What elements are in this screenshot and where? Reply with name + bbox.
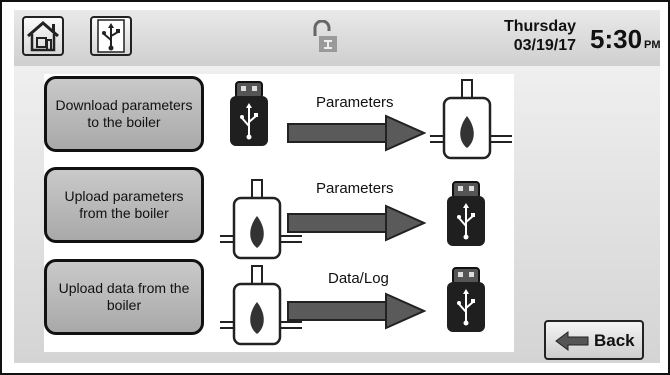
- action-label: Upload parameters from the boiler: [64, 188, 184, 221]
- usb-drive-icon: [447, 181, 485, 246]
- upload-parameters-button[interactable]: Upload parameters from the boiler: [44, 167, 204, 243]
- transfer-options-panel: Download parameters to the boiler Parame…: [44, 74, 514, 352]
- clock-ampm: PM: [644, 39, 661, 51]
- upload-data-button[interactable]: Upload data from the boiler: [44, 259, 204, 335]
- usb-drive-icon: [230, 81, 268, 146]
- unlocked-padlock-icon: [313, 20, 337, 52]
- action-label: Upload data from the boiler: [58, 280, 190, 313]
- flow-label: Parameters: [316, 94, 394, 111]
- back-label: Back: [594, 331, 635, 350]
- back-button[interactable]: Back: [544, 320, 644, 360]
- date-day: Thursday: [503, 18, 576, 35]
- right-arrow-icon: [287, 292, 426, 330]
- home-button[interactable]: [22, 16, 64, 56]
- download-parameters-button[interactable]: Download parameters to the boiler: [44, 76, 204, 152]
- home-icon: [27, 21, 59, 52]
- usb-transfer-screen: Download parameters to the boiler Parame…: [14, 66, 660, 363]
- clock: 5:30 PM: [590, 24, 661, 55]
- right-arrow-icon: [287, 114, 426, 152]
- usb-icon: [97, 19, 125, 53]
- clock-time: 5:30: [590, 24, 643, 54]
- flow-label: Parameters: [316, 180, 394, 197]
- action-label: Download parameters to the boiler: [55, 97, 193, 130]
- right-arrow-icon: [287, 204, 426, 242]
- usb-drive-icon: [447, 267, 485, 332]
- boiler-icon: [430, 79, 512, 160]
- header-bar: Thursday 03/19/17 5:30 PM: [14, 10, 661, 67]
- usb-button[interactable]: [90, 16, 132, 56]
- back-arrow-icon: [555, 331, 589, 351]
- date-value: 03/19/17: [513, 37, 576, 54]
- flow-label: Data/Log: [328, 270, 389, 287]
- screen: Thursday 03/19/17 5:30 PM Download parame…: [0, 0, 670, 375]
